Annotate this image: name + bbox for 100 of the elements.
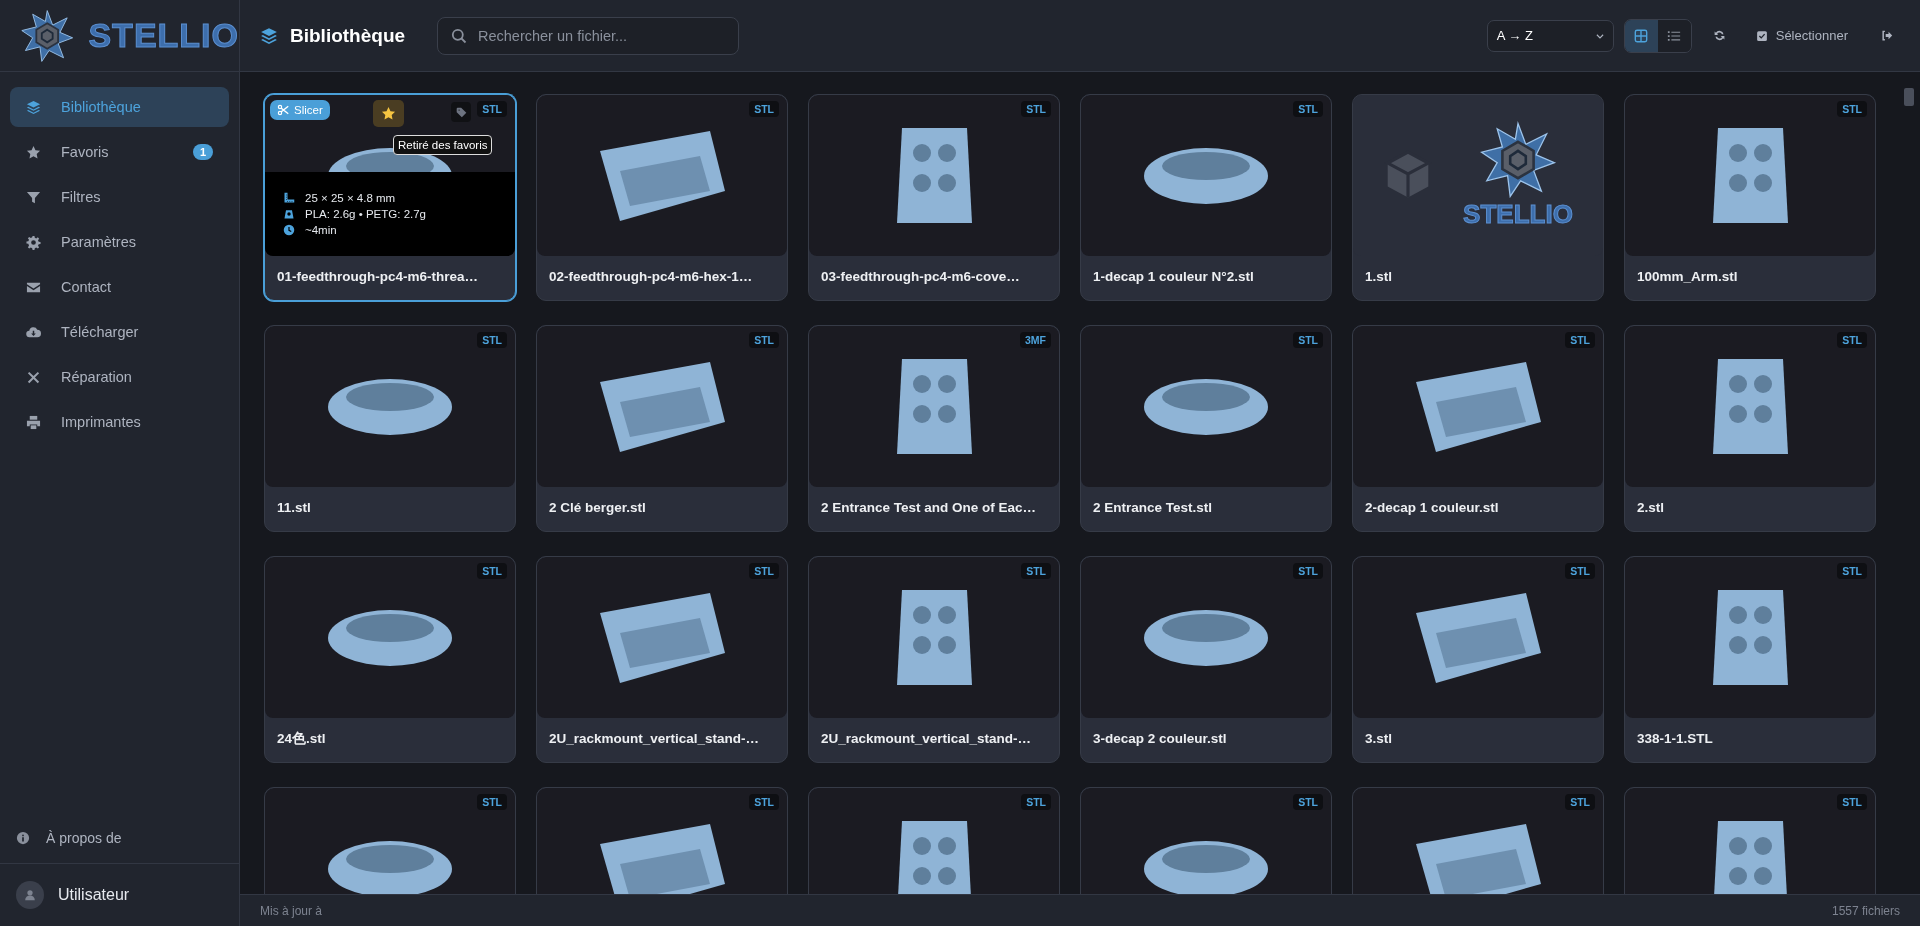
- file-card[interactable]: STL: [1080, 787, 1332, 894]
- format-badge: STL: [477, 332, 507, 348]
- file-name: 2.stl: [1636, 499, 1665, 517]
- grid-icon: [1634, 28, 1649, 43]
- file-name: 3.stl: [1364, 730, 1393, 748]
- format-badge: 3MF: [1020, 332, 1051, 348]
- format-badge: STL: [1021, 101, 1051, 117]
- file-count: 1557 fichiers: [1831, 903, 1900, 918]
- file-name: 338-1-1.STL: [1636, 730, 1714, 748]
- file-card[interactable]: Slicer STL Retiré des favoris 25 × 25 × 4.8 mm PLA: 2.6g • PETG: 2.7g ~4min 01-feedthrough-pc4-m6-threa…: [264, 94, 516, 301]
- format-badge: STL: [1021, 563, 1051, 579]
- file-name: 2U_rackmount_vertical_stand-…: [820, 730, 1033, 748]
- format-badge: STL: [749, 563, 779, 579]
- file-card[interactable]: STL 2U_rackmount_vertical_stand-…: [536, 556, 788, 763]
- sidebar-item[interactable]: Favoris 1: [10, 132, 229, 172]
- format-badge: STL: [1565, 563, 1595, 579]
- file-card[interactable]: STL 100mm_Arm.stl: [1624, 94, 1876, 301]
- format-badge: STL: [749, 332, 779, 348]
- sidebar-item[interactable]: Paramètres: [10, 222, 229, 262]
- file-card[interactable]: STL: [1624, 787, 1876, 894]
- format-badge: STL: [1021, 794, 1051, 810]
- printer-icon: [26, 414, 41, 430]
- file-card[interactable]: STL 2-decap 1 couleur.stl: [1352, 325, 1604, 532]
- format-badge: STL: [1565, 794, 1595, 810]
- star-logo-icon: [20, 7, 75, 64]
- format-badge: STL: [1293, 563, 1323, 579]
- tag-icon: [455, 106, 467, 118]
- file-card[interactable]: STL 3-decap 2 couleur.stl: [1080, 556, 1332, 763]
- cloud-download-icon: [26, 324, 41, 340]
- file-name: 03-feedthrough-pc4-m6-cove…: [820, 268, 1021, 286]
- file-name: 01-feedthrough-pc4-m6-threa…: [276, 268, 480, 286]
- brand-logo-text: STELLIO: [88, 16, 239, 55]
- file-name: 100mm_Arm.stl: [1636, 268, 1739, 286]
- about-link[interactable]: À propos de: [0, 823, 239, 863]
- file-card[interactable]: STL 03-feedthrough-pc4-m6-cove…: [808, 94, 1060, 301]
- file-card[interactable]: STL 3.stl: [1352, 556, 1604, 763]
- file-name: 02-feedthrough-pc4-m6-hex-1…: [548, 268, 754, 286]
- file-card[interactable]: 3MF 2 Entrance Test and One of Eac…: [808, 325, 1060, 532]
- ruler-icon: [283, 192, 295, 204]
- file-name: 11.stl: [276, 499, 312, 517]
- settings-icon: [26, 234, 41, 250]
- format-badge: STL: [477, 563, 507, 579]
- file-card[interactable]: STL 2U_rackmount_vertical_stand-…: [808, 556, 1060, 763]
- update-text: Mis à jour à: [260, 903, 323, 918]
- list-view-button[interactable]: [1657, 19, 1691, 52]
- sidebar-item[interactable]: Contact: [10, 267, 229, 307]
- tag-button[interactable]: [451, 102, 471, 122]
- select-button[interactable]: Sélectionner: [1751, 24, 1852, 47]
- info-icon: [16, 831, 30, 845]
- file-name: 2-decap 1 couleur.stl: [1364, 499, 1500, 517]
- star-icon: [26, 144, 41, 160]
- star-logo-icon: [1479, 121, 1557, 199]
- favorite-button[interactable]: [373, 100, 404, 127]
- file-card[interactable]: STL: [536, 787, 788, 894]
- file-name: 2 Entrance Test.stl: [1092, 499, 1214, 517]
- format-badge: STL: [477, 101, 507, 117]
- scissors-icon: [277, 104, 289, 116]
- checkbox-icon: [1755, 29, 1768, 42]
- format-badge: STL: [1293, 332, 1323, 348]
- file-card[interactable]: STL 24色.stl: [264, 556, 516, 763]
- format-badge: STL: [1837, 794, 1867, 810]
- file-name: 2 Clé berger.stl: [548, 499, 647, 517]
- layers-icon: [260, 26, 278, 45]
- sidebar-item[interactable]: Réparation: [10, 357, 229, 397]
- sidebar-item[interactable]: Imprimantes: [10, 402, 229, 442]
- file-card[interactable]: STL: [264, 787, 516, 894]
- file-card[interactable]: STL 2.stl: [1624, 325, 1876, 532]
- file-card[interactable]: STELLIO 1.stl: [1352, 94, 1604, 301]
- sidebar-item[interactable]: Filtres: [10, 177, 229, 217]
- file-card[interactable]: STL 2 Clé berger.stl: [536, 325, 788, 532]
- sidebar-item[interactable]: Bibliothèque: [10, 87, 229, 127]
- page-title: Bibliothèque: [290, 24, 406, 47]
- clock-icon: [283, 224, 295, 236]
- grid-view-button[interactable]: [1624, 19, 1658, 52]
- format-badge: STL: [477, 794, 507, 810]
- file-card[interactable]: STL: [1352, 787, 1604, 894]
- logo-text: STELLIO: [1463, 199, 1573, 230]
- file-name: 2U_rackmount_vertical_stand-…: [548, 730, 761, 748]
- list-icon: [1667, 28, 1682, 43]
- file-card[interactable]: STL: [808, 787, 1060, 894]
- format-badge: STL: [1293, 101, 1323, 117]
- format-badge: STL: [1565, 332, 1595, 348]
- user-name[interactable]: Utilisateur: [58, 886, 130, 904]
- file-card[interactable]: STL 11.stl: [264, 325, 516, 532]
- search-icon: [451, 27, 467, 44]
- sidebar-item[interactable]: Télécharger: [10, 312, 229, 352]
- filter-icon: [26, 189, 41, 205]
- file-name: 1-decap 1 couleur N°2.stl: [1092, 268, 1255, 286]
- file-name: 2 Entrance Test and One of Eac…: [820, 499, 1038, 517]
- search-field[interactable]: Rechercher un fichier...: [437, 16, 739, 55]
- format-badge: STL: [1837, 101, 1867, 117]
- file-card[interactable]: STL 2 Entrance Test.stl: [1080, 325, 1332, 532]
- format-badge: STL: [1837, 563, 1867, 579]
- format-badge: STL: [749, 101, 779, 117]
- sort-dropdown[interactable]: A → Z: [1486, 19, 1614, 52]
- file-card[interactable]: STL 02-feedthrough-pc4-m6-hex-1…: [536, 94, 788, 301]
- refresh-icon: [1713, 29, 1727, 42]
- file-card[interactable]: STL 1-decap 1 couleur N°2.stl: [1080, 94, 1332, 301]
- file-card[interactable]: STL 338-1-1.STL: [1624, 556, 1876, 763]
- format-badge: STL: [749, 794, 779, 810]
